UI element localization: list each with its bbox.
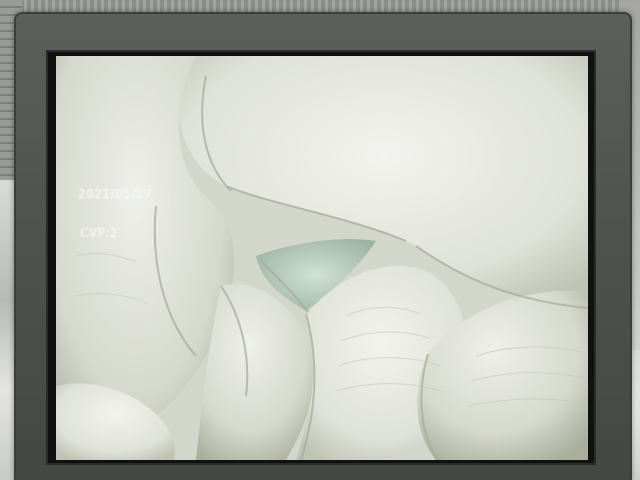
- photo-scene: 2021/05/27 CVP:2: [0, 0, 640, 480]
- video-date-overlay: 2021/05/27: [78, 187, 153, 201]
- tissue-view: [56, 56, 588, 460]
- endoscope-video-feed: [56, 56, 588, 460]
- video-cvp-overlay: CVP:2: [80, 226, 119, 240]
